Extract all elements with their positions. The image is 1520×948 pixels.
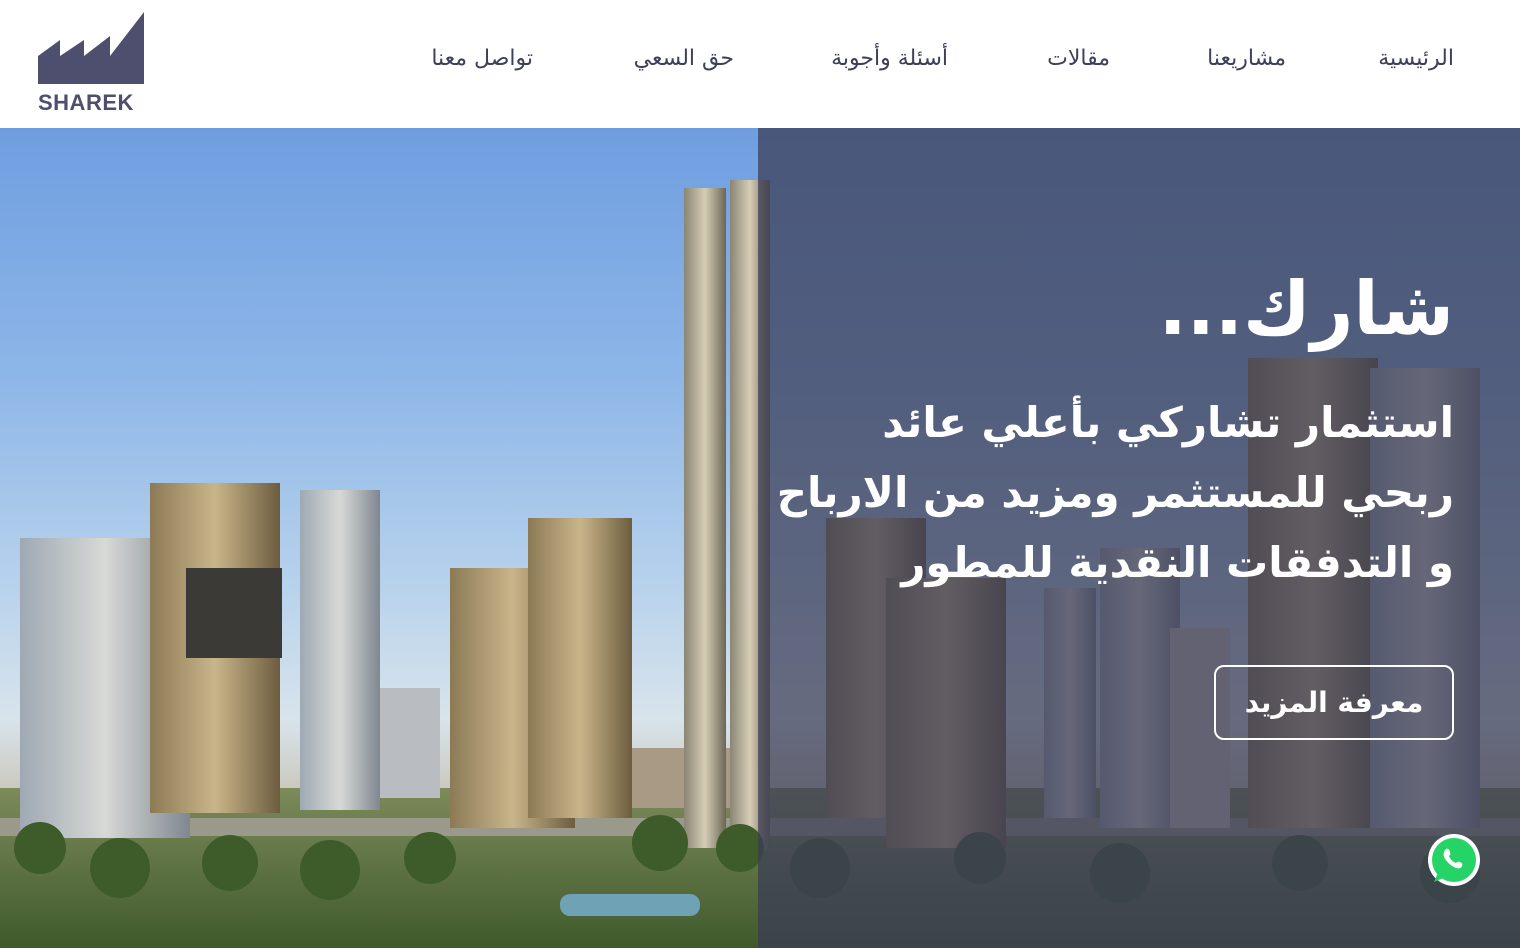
hero-title: شارك... [1158,266,1454,352]
learn-more-button[interactable]: معرفة المزيد [1214,665,1454,740]
nav-item-contact[interactable]: تواصل معنا [431,46,533,71]
nav-item-brokerage[interactable]: حق السعي [634,46,734,71]
nav-item-faq[interactable]: أسئلة وأجوبة [831,46,948,71]
nav-item-projects[interactable]: مشاريعنا [1207,46,1286,71]
logo[interactable]: SHAREK [36,10,148,115]
factory-roof-logo-icon [38,12,144,84]
site-header: SHAREK الرئيسية مشاريعنا مقالات أسئلة وأ… [0,0,1520,128]
nav-item-articles[interactable]: مقالات [1047,46,1110,71]
main-nav: الرئيسية مشاريعنا مقالات أسئلة وأجوبة حق… [380,42,1470,86]
whatsapp-icon[interactable] [1426,832,1482,888]
logo-text: SHAREK [38,90,134,115]
nav-item-home[interactable]: الرئيسية [1378,46,1454,71]
hero-subtitle: استثمار تشاركي بأعلي عائد ربحي للمستثمر … [776,398,1454,587]
hero-section: شارك... استثمار تشاركي بأعلي عائد ربحي ل… [0,128,1520,948]
